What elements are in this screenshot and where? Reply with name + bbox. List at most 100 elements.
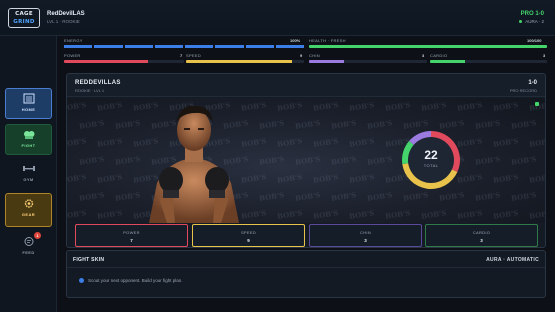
stat-name: CARDIO [472,230,491,235]
stat-value: 3 [364,238,367,243]
fight-skin-panel: FIGHT SKIN AURA · AUTOMATIC Scout your n… [66,250,546,298]
sponsor-watermark: BOB'S [258,118,285,131]
app-logo[interactable]: CAGE GRIND [8,8,40,28]
sponsor-watermark: BOB'S [258,154,285,167]
divider [67,267,545,268]
speed-bar [186,60,304,63]
sponsor-watermark: BOB'S [348,100,375,113]
sponsor-watermark: BOB'S [294,190,321,203]
sponsor-watermark: BOB'S [258,190,285,203]
logo-line-2: GRIND [13,19,35,25]
logo-line-1: CAGE [15,11,33,17]
sponsor-watermark: BOB'S [528,172,545,185]
sponsor-watermark: BOB'S [276,136,303,149]
aura-mode[interactable]: AURA · AUTOMATIC [486,257,539,263]
sponsor-watermark: BOB'S [312,208,339,221]
cardio-bar [430,60,547,63]
health-value: 100/100 [527,38,542,43]
sidebar-item-label: FIGHT [21,143,36,148]
fighter-showcase: BOB'S BOB'S BOB'S BOB'S BOB'S BOB'S BOB'S BOB'S… [67,98,545,223]
sponsor-watermark: BOB'S [474,154,501,167]
sponsor-watermark: BOB'S [348,136,375,149]
aura-dot-icon [519,20,523,24]
sponsor-watermark: BOB'S [474,118,501,131]
sponsor-watermark: BOB'S [492,100,519,113]
sponsor-watermark: BOB'S [420,208,447,221]
fight-skin-title: FIGHT SKIN [73,257,105,263]
fighter-subtitle: ROOKIE · LVL 1 [75,88,105,93]
status-dot-icon [535,102,539,106]
player-name: RedDevilLAS [47,11,85,17]
sidebar-item-gym[interactable]: GYM [5,159,52,190]
sponsor-watermark: BOB'S [67,172,87,185]
sidebar-item-label: GYM [23,177,34,182]
sponsor-watermark: BOB'S [348,208,375,221]
energy-bar [64,45,304,48]
total-label: TOTAL [423,163,439,168]
sponsor-watermark: BOB'S [78,154,105,167]
sponsor-watermark: BOB'S [96,100,123,113]
pro-record: PRO 1-0 [520,11,544,17]
record-value: 1-0 [528,80,537,86]
stat-name: SPEED [240,230,257,235]
stat-value: 7 [130,238,133,243]
sponsor-watermark: BOB'S [330,154,357,167]
speed-label: SPEED [186,53,202,58]
sponsor-watermark: BOB'S [96,172,123,185]
sponsor-watermark: BOB'S [366,118,393,131]
fighter-name: REDDEVILLAS [75,80,121,86]
sponsor-watermark: BOB'S [294,154,321,167]
sponsor-watermark: BOB'S [312,172,339,185]
sponsor-watermark: BOB'S [492,136,519,149]
sponsor-watermark: BOB'S [78,190,105,203]
total-value: 22 [424,148,438,162]
cardio-bar-fill [430,60,466,63]
aura-indicator: AURA · 2 [519,19,544,24]
fighter-header: REDDEVILLAS ROOKIE · LVL 1 1-0 PRO RECOR… [67,74,545,97]
sponsor-watermark: BOB'S [474,190,501,203]
cardio-label: CARDIO [430,53,448,58]
power-value: 7 [180,53,183,58]
stat-card-cardio: CARDIO 3 [425,224,538,247]
stat-card-chin: CHIN 3 [309,224,422,247]
sidebar-item-feed[interactable]: 1 FEED [5,232,52,263]
info-icon [79,278,84,284]
sponsor-watermark: BOB'S [366,190,393,203]
sidebar-item-home[interactable]: HOME [5,88,52,119]
notification-badge: 1 [34,232,41,239]
stat-value: 9 [247,238,250,243]
chin-bar-fill [309,60,345,63]
sponsor-watermark: BOB'S [67,100,87,113]
sponsor-watermark: BOB'S [330,118,357,131]
sponsor-watermark: BOB'S [420,100,447,113]
home-icon [23,93,34,104]
gear-icon [24,199,33,208]
sponsor-watermark: BOB'S [456,100,483,113]
health-bar [309,45,547,48]
stat-value: 3 [480,238,483,243]
sidebar-item-label: FEED [22,250,35,255]
cardio-value: 3 [543,53,546,58]
sponsor-watermark: BOB'S [384,208,411,221]
stats-bar: ENERGY 100% HEALTH · FRESH 100/100 POWER… [64,38,548,66]
player-level: LVL 1 · ROOKIE [47,19,80,24]
sponsor-watermark: BOB'S [276,208,303,221]
dumbbell-icon [22,166,35,171]
sidebar-item-label: GEAR [21,212,36,217]
sidebar-item-label: HOME [21,107,36,112]
chin-label: CHIN [309,53,320,58]
feed-icon [24,237,33,246]
sponsor-watermark: BOB'S [78,118,105,131]
sponsor-watermark: BOB'S [348,172,375,185]
sponsor-watermark: BOB'S [492,208,519,221]
sponsor-watermark: BOB'S [96,208,123,221]
fighter-panel: REDDEVILLAS ROOKIE · LVL 1 1-0 PRO RECOR… [66,73,546,248]
sponsor-watermark: BOB'S [96,136,123,149]
sponsor-watermark: BOB'S [528,208,545,221]
sidebar-item-fight[interactable]: FIGHT [5,124,52,155]
speed-value: 9 [300,53,303,58]
sponsor-watermark: BOB'S [384,100,411,113]
sidebar-item-gear[interactable]: GEAR [5,193,52,227]
sponsor-watermark: BOB'S [312,136,339,149]
sponsor-watermark: BOB'S [528,136,545,149]
